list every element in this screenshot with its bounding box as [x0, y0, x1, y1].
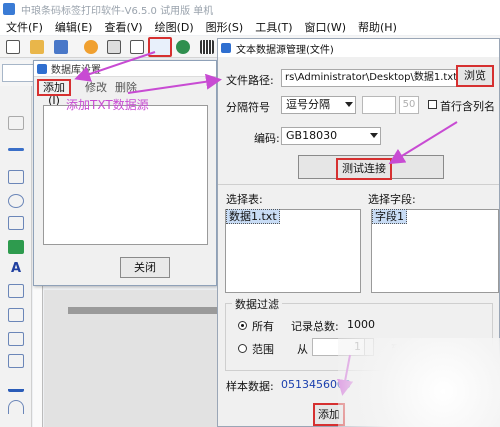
barcode-icon[interactable] [200, 40, 214, 54]
label-canvas-edge [68, 307, 224, 314]
filter-range-radio[interactable] [238, 344, 247, 353]
image-tool-icon[interactable] [8, 216, 24, 230]
separator-select[interactable]: 逗号分隔 [281, 96, 356, 114]
file-path-label: 文件路径: [226, 74, 274, 87]
table-list[interactable]: 数据1.txt [225, 209, 361, 293]
font-combo[interactable] [2, 64, 36, 82]
browse-button[interactable]: 浏览 [456, 65, 494, 87]
data-filter-label: 数据过滤 [232, 296, 282, 312]
custom-separator-field[interactable] [362, 96, 396, 114]
text-dialog-title: 文本数据源管理(文件) [236, 44, 334, 56]
filter-range-label: 范围 [252, 343, 274, 356]
divider [218, 184, 499, 185]
pointer-tool-icon[interactable] [8, 94, 24, 108]
menu-file[interactable]: 文件(F) [6, 19, 43, 35]
arc-tool-icon[interactable] [8, 400, 24, 414]
chevron-down-icon[interactable] [370, 133, 378, 138]
close-button[interactable]: 关闭 [120, 257, 170, 278]
blurred-corner [338, 338, 500, 427]
delete-datasource-menu[interactable]: 删除 [115, 79, 137, 96]
datasource-list[interactable] [43, 105, 208, 245]
filter-all-radio[interactable] [238, 321, 247, 330]
datasource-dialog-menu: 添加(I) 修改 删除 [37, 79, 137, 107]
paragraph-tool-icon[interactable] [8, 284, 24, 298]
menu-help[interactable]: 帮助(H) [358, 19, 397, 35]
field-list-item[interactable]: 字段1 [372, 209, 407, 224]
vertical-ruler [33, 280, 43, 427]
settings-icon[interactable] [84, 40, 98, 54]
select-field-label: 选择字段: [368, 193, 416, 206]
save-icon[interactable] [54, 40, 68, 54]
rectangle-tool-icon[interactable] [8, 170, 24, 184]
sample-data-label: 样本数据: [226, 380, 274, 393]
ellipse-tool-icon[interactable] [8, 194, 24, 208]
text-dialog-titlebar: 文本数据源管理(文件) [218, 39, 499, 57]
filter-all-label: 所有 [252, 320, 274, 333]
database-settings-icon[interactable] [148, 37, 172, 57]
separator-label: 分隔符号 [226, 101, 270, 114]
datasource-settings-dialog: 数据库设置 添加(I) 修改 删除 关闭 [33, 60, 217, 286]
text-datasource-icon [221, 43, 231, 53]
pan-tool-icon[interactable] [8, 116, 24, 130]
picture-tool-icon[interactable] [8, 240, 24, 254]
menu-tools[interactable]: 工具(T) [255, 19, 292, 35]
line-tool-icon[interactable] [8, 148, 24, 151]
menu-edit[interactable]: 编辑(E) [55, 19, 93, 35]
total-records-label: 记录总数: [291, 320, 339, 333]
encoding-label: 编码: [254, 132, 280, 145]
database-icon [37, 63, 47, 74]
curve-tool-icon[interactable] [8, 378, 24, 392]
separator-limit-field[interactable]: 50 [399, 96, 419, 114]
total-records-value: 1000 [347, 318, 375, 331]
annotation-add-txt-datasource: 添加TXT数据源 [66, 98, 149, 112]
add-datasource-menu[interactable]: 添加(I) [37, 79, 71, 107]
refresh-icon[interactable] [176, 40, 190, 54]
field-list[interactable]: 字段1 [371, 209, 499, 293]
open-folder-icon[interactable] [30, 40, 44, 54]
menu-view[interactable]: 查看(V) [104, 19, 142, 35]
first-row-header-checkbox[interactable] [428, 100, 437, 109]
menu-draw[interactable]: 绘图(D) [155, 19, 194, 35]
encoding-value: GB18030 [286, 129, 338, 142]
text-tool-icon[interactable]: A [8, 262, 24, 276]
menu-shape[interactable]: 图形(S) [206, 19, 244, 35]
print-icon[interactable] [107, 40, 121, 54]
datasource-dialog-title: 数据库设置 [51, 65, 101, 76]
encoding-select[interactable]: GB18030 [281, 127, 381, 145]
select-table-label: 选择表: [226, 193, 263, 206]
datasource-dialog-titlebar: 数据库设置 [34, 61, 216, 77]
menu-window[interactable]: 窗口(W) [305, 19, 346, 35]
app-logo-icon [3, 3, 15, 15]
qrcode-tool-icon[interactable] [8, 332, 24, 346]
edit-datasource-menu[interactable]: 修改 [85, 79, 107, 96]
chevron-down-icon[interactable] [345, 102, 353, 107]
first-row-header-label: 首行含列名 [440, 100, 495, 113]
file-path-input[interactable]: rs\Administrator\Desktop\数据1.txt [281, 69, 457, 87]
table-list-item[interactable]: 数据1.txt [226, 209, 280, 224]
serial-tool-icon[interactable] [8, 354, 24, 368]
new-file-icon[interactable] [6, 40, 20, 54]
test-connection-button[interactable]: 测试连接 [336, 158, 392, 180]
range-from-label: 从 [297, 343, 308, 356]
barcode-tool-icon[interactable] [8, 308, 24, 322]
print-preview-icon[interactable] [130, 40, 144, 54]
menu-bar: 文件(F) 编辑(E) 查看(V) 绘图(D) 图形(S) 工具(T) 窗口(W… [0, 18, 500, 35]
separator-value: 逗号分隔 [286, 98, 330, 111]
app-title: 中琅条码标签打印软件-V6.5.0 试用版 单机 [21, 5, 214, 17]
tool-sidebar: A [0, 86, 32, 427]
app-title-bar: 中琅条码标签打印软件-V6.5.0 试用版 单机 [0, 0, 500, 18]
